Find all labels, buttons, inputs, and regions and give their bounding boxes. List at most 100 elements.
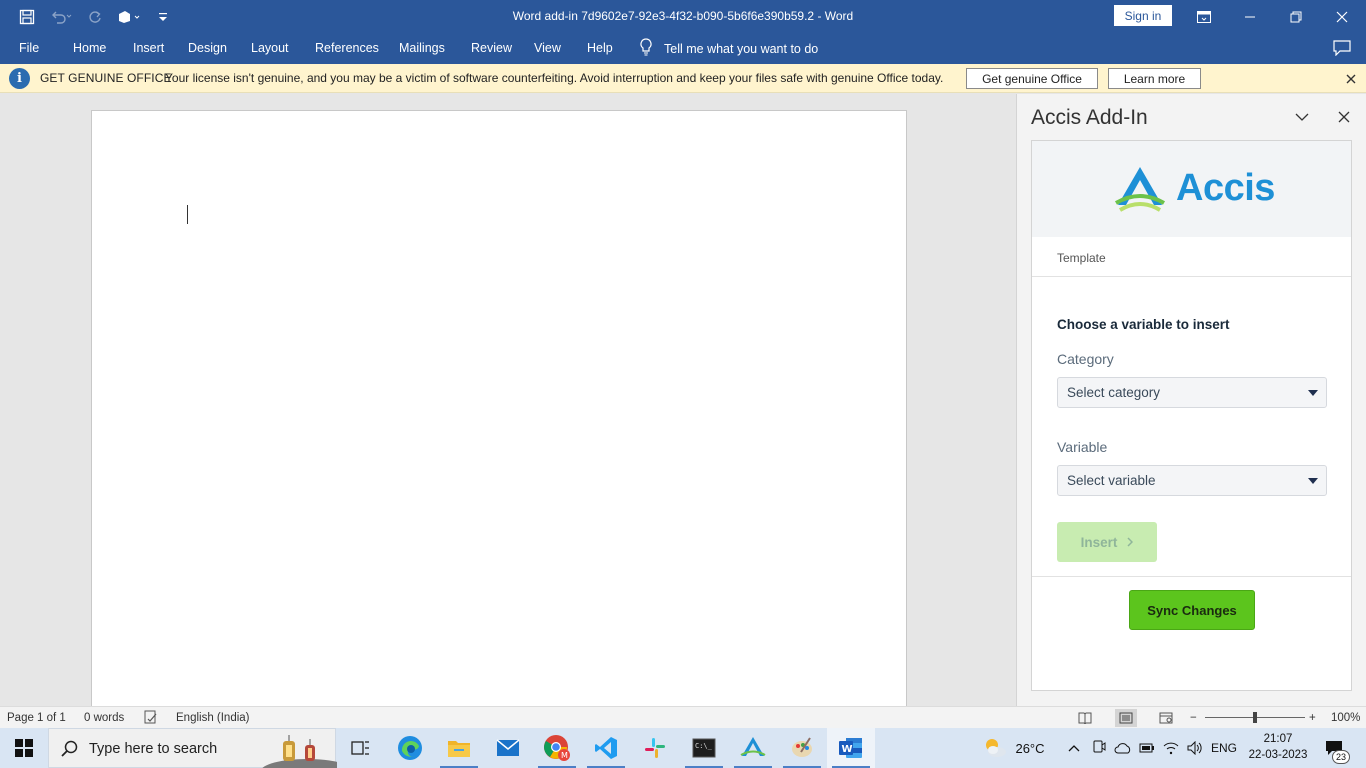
nav-template[interactable]: Template [1057,251,1106,265]
learn-more-button[interactable]: Learn more [1108,68,1201,89]
zoom-in-icon[interactable]: + [1309,707,1316,729]
lightbulb-icon [640,38,652,59]
taskbar-clock[interactable]: 21:07 22-03-2023 [1246,731,1310,763]
insert-button-label: Insert [1080,534,1118,550]
tab-insert[interactable]: Insert [133,33,164,64]
slack-icon[interactable] [631,728,679,768]
chrome-browser-icon[interactable]: M [533,728,581,768]
genuine-office-bar: i GET GENUINE OFFICE Your license isn't … [0,64,1366,93]
get-genuine-office-button[interactable]: Get genuine Office [966,68,1098,89]
wifi-icon[interactable] [1160,728,1182,768]
file-explorer-icon[interactable] [435,728,483,768]
genuine-message: Your license isn't genuine, and you may … [165,71,944,85]
accis-logo-text: Accis [1176,167,1275,209]
insert-button[interactable]: Insert [1057,522,1157,562]
search-placeholder: Type here to search [89,741,218,757]
weather-temperature[interactable]: 26°C [1012,728,1048,768]
taskbar-search-box[interactable]: Type here to search [48,728,352,768]
read-mode-icon[interactable] [1074,709,1096,727]
svg-text:M: M [561,751,568,760]
save-icon[interactable] [12,3,42,31]
chevron-up-icon[interactable] [1064,728,1084,768]
restore-icon[interactable] [1273,0,1319,33]
tab-design[interactable]: Design [188,33,227,64]
chevron-right-icon [1127,535,1134,550]
print-layout-icon[interactable] [1115,709,1137,727]
tab-view[interactable]: View [534,33,561,64]
windows-start-icon[interactable] [0,728,48,768]
tab-help[interactable]: Help [587,33,613,64]
ribbon-tabs: File Home Insert Design Layout Reference… [0,33,1366,64]
tab-references[interactable]: References [315,33,379,64]
zoom-level[interactable]: 100% [1331,707,1360,729]
search-icon [61,740,79,761]
variable-label: Variable [1057,439,1108,455]
customize-toolbar-icon[interactable] [148,3,178,31]
dropdown-caret-icon [1308,478,1318,484]
tab-home[interactable]: Home [73,33,106,64]
sync-changes-button[interactable]: Sync Changes [1129,590,1255,630]
page-count[interactable]: Page 1 of 1 [7,707,66,729]
quick-access-toolbar [12,0,178,33]
variable-select[interactable]: Select variable [1057,465,1327,496]
language-status[interactable]: English (India) [176,707,250,729]
tab-layout[interactable]: Layout [251,33,289,64]
tab-review[interactable]: Review [471,33,512,64]
edge-browser-icon[interactable] [386,728,434,768]
vscode-icon[interactable] [582,728,630,768]
lantern-decoration-icon [257,729,352,768]
nav-divider [1032,276,1351,277]
sign-in-button[interactable]: Sign in [1114,5,1172,26]
terminal-icon[interactable]: C:\_ [680,728,728,768]
word-count[interactable]: 0 words [84,707,124,729]
status-bar: Page 1 of 1 0 words English (India) − + … [0,706,1366,728]
notification-count-badge: 23 [1332,750,1350,764]
web-layout-icon[interactable] [1155,709,1177,727]
mail-icon[interactable] [484,728,532,768]
accis-logo-mark-icon [1114,165,1166,216]
category-label: Category [1057,351,1114,367]
redo-icon[interactable] [80,3,110,31]
comments-icon[interactable] [1333,40,1351,59]
paint-icon[interactable] [778,728,826,768]
word-app-icon[interactable]: W [827,728,875,768]
document-area [0,94,1016,710]
onedrive-cloud-icon[interactable] [1112,728,1134,768]
clock-time: 21:07 [1263,733,1293,745]
pane-close-icon[interactable] [1333,106,1355,128]
weather-icon[interactable] [980,728,1010,768]
choose-variable-heading: Choose a variable to insert [1057,317,1230,332]
input-language[interactable]: ENG [1208,728,1240,768]
tab-file[interactable]: File [19,33,39,64]
pane-title: Accis Add-In [1031,106,1148,129]
svg-text:W: W [842,744,853,755]
volume-icon[interactable] [1184,728,1206,768]
accis-app-icon[interactable] [729,728,777,768]
genuine-heading: GET GENUINE OFFICE [40,71,172,85]
tell-me-search[interactable]: Tell me what you want to do [640,33,818,64]
document-page[interactable] [91,110,907,710]
section-divider [1032,576,1351,577]
close-bar-icon[interactable] [1342,68,1360,89]
title-bar: Word add-in 7d9602e7-92e3-4f32-b090-5b6f… [0,0,1366,33]
clock-date: 22-03-2023 [1248,749,1308,761]
text-cursor [187,205,188,224]
minimize-icon[interactable] [1227,0,1273,33]
close-window-icon[interactable] [1319,0,1365,33]
category-select[interactable]: Select category [1057,377,1327,408]
dropdown-caret-icon [1308,390,1318,396]
pane-options-chevron-icon[interactable] [1291,106,1313,128]
meet-now-icon[interactable] [1088,728,1110,768]
zoom-slider-thumb[interactable] [1253,712,1257,723]
addin-content: Accis Template Choose a variable to inse… [1031,140,1352,691]
tab-mailings[interactable]: Mailings [399,33,445,64]
battery-icon[interactable] [1136,728,1158,768]
zoom-out-icon[interactable]: − [1190,707,1197,729]
task-view-icon[interactable] [336,728,384,768]
category-select-value: Select category [1067,385,1161,400]
undo-icon[interactable] [46,3,76,31]
taskbar: Type here to search M C:\_ W 26°C ENG 21… [0,728,1366,768]
addin-task-pane: Accis Add-In Accis Template Choose a var… [1016,94,1366,706]
ribbon-display-options-icon[interactable] [1181,0,1227,33]
touch-mode-icon[interactable] [114,3,144,31]
